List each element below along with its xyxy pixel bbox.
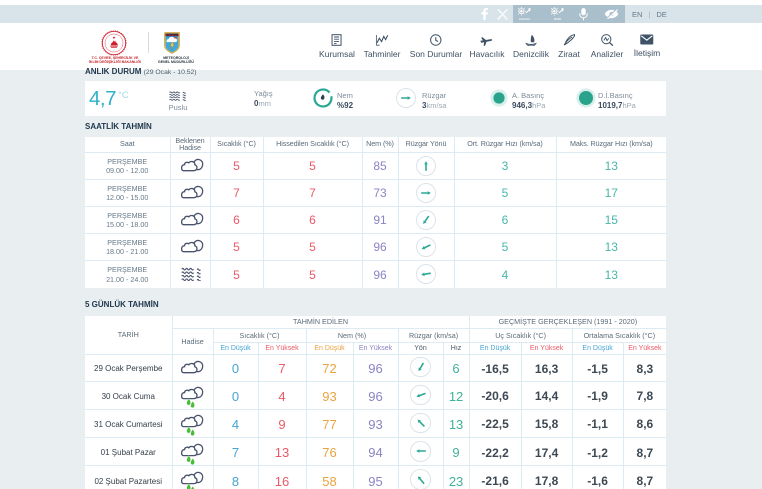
svg-text:METEOROLOJİ: METEOROLOJİ	[164, 33, 179, 36]
